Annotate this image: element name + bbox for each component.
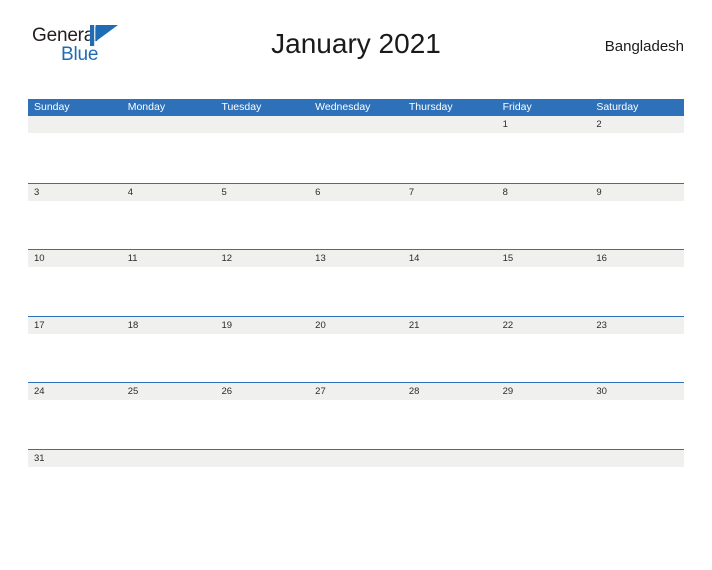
day-cell[interactable]: 19: [215, 317, 309, 334]
day-cell[interactable]: 2: [590, 116, 684, 133]
day-of-week-header-row: Sunday Monday Tuesday Wednesday Thursday…: [28, 99, 684, 116]
day-cell[interactable]: [309, 450, 403, 467]
page-header: General Blue January 2021 Bangladesh: [28, 20, 684, 78]
day-cell[interactable]: [215, 450, 309, 467]
day-cell[interactable]: 22: [497, 317, 591, 334]
day-cell[interactable]: [122, 450, 216, 467]
day-cell[interactable]: [309, 116, 403, 133]
calendar-grid: Sunday Monday Tuesday Wednesday Thursday…: [28, 99, 684, 515]
day-cell[interactable]: 24: [28, 383, 122, 400]
dow-wednesday: Wednesday: [315, 101, 371, 113]
day-cell[interactable]: 14: [403, 250, 497, 267]
day-cell[interactable]: 7: [403, 184, 497, 201]
week-row: 3 4 5 6 7 8 9: [28, 182, 684, 249]
day-cell[interactable]: 21: [403, 317, 497, 334]
week-row: 1 2: [28, 116, 684, 183]
dow-saturday: Saturday: [596, 101, 639, 113]
week-date-strip: 10 11 12 13 14 15 16: [28, 250, 684, 267]
week-date-strip: 3 4 5 6 7 8 9: [28, 183, 684, 201]
day-cell[interactable]: 10: [28, 250, 122, 267]
dow-monday: Monday: [127, 101, 166, 113]
day-cell[interactable]: [215, 116, 309, 133]
dow-friday: Friday: [502, 101, 532, 113]
week-date-strip: 1 2: [28, 116, 684, 133]
day-cell[interactable]: 27: [309, 383, 403, 400]
week-date-strip: 17 18 19 20 21 22 23: [28, 316, 684, 334]
week-row: 10 11 12 13 14 15 16: [28, 249, 684, 316]
day-cell[interactable]: 16: [590, 250, 684, 267]
day-cell[interactable]: 5: [215, 184, 309, 201]
day-cell[interactable]: 15: [497, 250, 591, 267]
day-cell[interactable]: 8: [497, 184, 591, 201]
day-cell[interactable]: 23: [590, 317, 684, 334]
week-row: 31: [28, 448, 684, 515]
day-cell[interactable]: 25: [122, 383, 216, 400]
day-cell[interactable]: 6: [309, 184, 403, 201]
day-cell[interactable]: 18: [122, 317, 216, 334]
day-cell[interactable]: 9: [590, 184, 684, 201]
day-cell[interactable]: [590, 450, 684, 467]
dow-thursday: Thursday: [408, 101, 453, 113]
day-cell[interactable]: [497, 450, 591, 467]
calendar-page: General Blue January 2021 Bangladesh Sun…: [0, 20, 712, 570]
day-cell[interactable]: 17: [28, 317, 122, 334]
day-cell[interactable]: 12: [215, 250, 309, 267]
day-cell[interactable]: [403, 450, 497, 467]
day-cell[interactable]: [122, 116, 216, 133]
country-label: Bangladesh: [604, 38, 684, 55]
day-cell[interactable]: 4: [122, 184, 216, 201]
day-cell[interactable]: 28: [403, 383, 497, 400]
week-row: 24 25 26 27 28 29 30: [28, 382, 684, 449]
day-cell[interactable]: [403, 116, 497, 133]
day-cell[interactable]: 26: [215, 383, 309, 400]
week-row: 17 18 19 20 21 22 23: [28, 315, 684, 382]
day-cell[interactable]: [28, 116, 122, 133]
week-date-strip: 24 25 26 27 28 29 30: [28, 383, 684, 400]
day-cell[interactable]: 20: [309, 317, 403, 334]
page-title: January 2021: [271, 28, 441, 59]
day-cell[interactable]: 1: [497, 116, 591, 133]
week-date-strip: 31: [28, 449, 684, 467]
day-cell[interactable]: 29: [497, 383, 591, 400]
day-cell[interactable]: 31: [28, 450, 122, 467]
day-cell[interactable]: 30: [590, 383, 684, 400]
dow-tuesday: Tuesday: [221, 101, 262, 113]
day-cell[interactable]: 11: [122, 250, 216, 267]
day-cell[interactable]: 3: [28, 184, 122, 201]
day-cell[interactable]: 13: [309, 250, 403, 267]
dow-sunday: Sunday: [34, 101, 70, 113]
